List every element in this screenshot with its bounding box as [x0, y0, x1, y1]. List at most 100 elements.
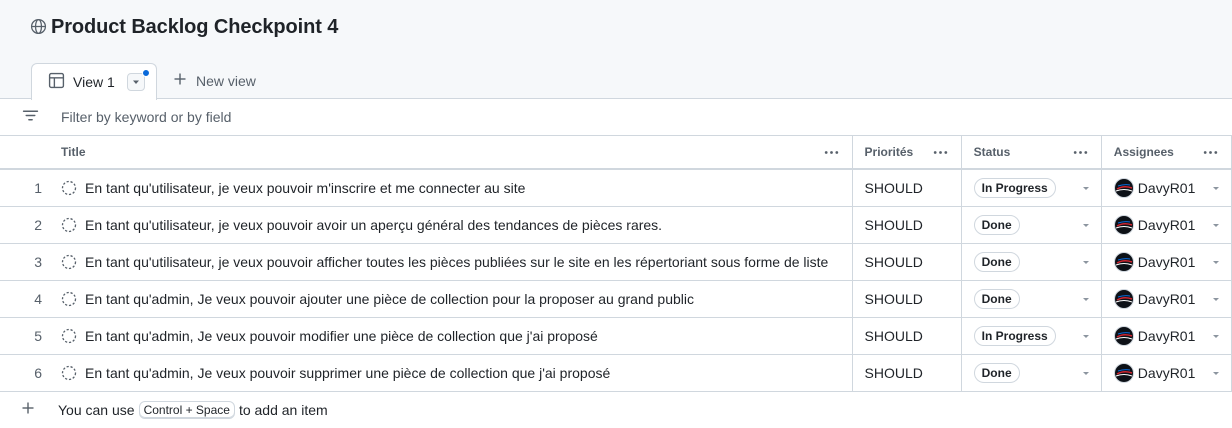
table-row[interactable]: 3 En tant qu'utilisateur, je veux pouvoi… [0, 243, 1232, 281]
triangle-down-icon[interactable] [1211, 294, 1221, 304]
title-cell[interactable]: En tant qu'utilisateur, je veux pouvoir … [50, 243, 853, 281]
assignee-name: DavyR01 [1137, 216, 1196, 233]
priority-value: SHOULD [864, 179, 923, 196]
keyboard-shortcut: Control + Space [138, 400, 235, 419]
priority-value: SHOULD [864, 216, 923, 233]
status-badge: Done [973, 214, 1020, 235]
status-cell[interactable]: Done [961, 280, 1102, 318]
assignee-cell[interactable]: DavyR01 [1101, 206, 1232, 244]
priority-cell[interactable]: SHOULD [852, 280, 962, 318]
row-number: 5 [0, 317, 51, 355]
triangle-down-icon[interactable] [1081, 294, 1091, 304]
row-number: 3 [0, 243, 51, 281]
row-number: 1 [0, 169, 51, 207]
assignee-cell[interactable]: DavyR01 [1101, 354, 1232, 392]
status-cell[interactable]: Done [961, 206, 1102, 244]
draft-issue-icon [61, 180, 77, 195]
triangle-down-icon[interactable] [1211, 368, 1221, 378]
draft-issue-icon [61, 217, 77, 232]
status-cell[interactable]: In Progress [961, 317, 1102, 355]
avatar [1113, 325, 1134, 346]
priority-value: SHOULD [864, 253, 923, 270]
kebab-horizontal-icon[interactable] [823, 144, 840, 161]
triangle-down-icon[interactable] [1081, 257, 1091, 267]
filter-input[interactable]: Filter by keyword or by field [61, 109, 231, 125]
status-badge: Done [973, 288, 1020, 309]
kebab-horizontal-icon[interactable] [1202, 144, 1219, 161]
assignee-cell[interactable]: DavyR01 [1101, 243, 1232, 281]
priority-cell[interactable]: SHOULD [852, 243, 962, 281]
avatar [1113, 177, 1134, 198]
project-header: Product Backlog Checkpoint 4 View 1 New … [0, 0, 1232, 100]
triangle-down-icon[interactable] [1081, 183, 1091, 193]
title-cell[interactable]: En tant qu'admin, Je veux pouvoir suppri… [50, 354, 853, 392]
column-header-title[interactable]: Title [50, 136, 853, 170]
view-tabs: View 1 New view [31, 62, 256, 100]
title-cell[interactable]: En tant qu'admin, Je veux pouvoir ajoute… [50, 280, 853, 318]
title-cell[interactable]: En tant qu'admin, Je veux pouvoir modifi… [50, 317, 853, 355]
table-row[interactable]: 6 En tant qu'admin, Je veux pouvoir supp… [0, 354, 1232, 392]
kebab-horizontal-icon[interactable] [1072, 144, 1089, 161]
table-row[interactable]: 2 En tant qu'utilisateur, je veux pouvoi… [0, 206, 1232, 244]
column-header-priorities[interactable]: Priorités [852, 136, 962, 170]
status-cell[interactable]: Done [961, 243, 1102, 281]
triangle-down-icon[interactable] [1211, 257, 1221, 267]
priority-value: SHOULD [864, 290, 923, 307]
status-badge: Done [973, 251, 1020, 272]
status-badge: In Progress [973, 177, 1056, 198]
column-header-assignees[interactable]: Assignees [1101, 136, 1232, 170]
item-title[interactable]: En tant qu'utilisateur, je veux pouvoir … [85, 254, 828, 270]
column-label: Assignees [1113, 145, 1174, 159]
unsaved-changes-dot [141, 69, 150, 77]
priority-cell[interactable]: SHOULD [852, 317, 962, 355]
assignee-cell[interactable]: DavyR01 [1101, 169, 1232, 207]
priority-value: SHOULD [864, 364, 923, 381]
filter-bar[interactable]: Filter by keyword or by field [0, 99, 1232, 136]
table-icon [48, 72, 65, 92]
triangle-down-icon[interactable] [1211, 220, 1221, 230]
title-cell[interactable]: En tant qu'utilisateur, je veux pouvoir … [50, 206, 853, 244]
triangle-down-icon [132, 80, 139, 84]
triangle-down-icon[interactable] [1081, 368, 1091, 378]
view-options-button[interactable] [126, 69, 150, 91]
column-label: Priorités [864, 145, 914, 159]
item-title[interactable]: En tant qu'utilisateur, je veux pouvoir … [85, 180, 525, 196]
tab-view-1[interactable]: View 1 [31, 63, 157, 100]
priority-cell[interactable]: SHOULD [852, 206, 962, 244]
item-title[interactable]: En tant qu'admin, Je veux pouvoir suppri… [85, 365, 610, 381]
row-number: 4 [0, 280, 51, 318]
page-title: Product Backlog Checkpoint 4 [51, 16, 339, 38]
title-cell[interactable]: En tant qu'utilisateur, je veux pouvoir … [50, 169, 853, 207]
plus-icon [173, 72, 187, 89]
draft-issue-icon [61, 365, 77, 380]
item-title[interactable]: En tant qu'admin, Je veux pouvoir modifi… [85, 328, 598, 344]
triangle-down-icon[interactable] [1081, 331, 1091, 341]
kebab-horizontal-icon[interactable] [932, 144, 949, 161]
title-row: Product Backlog Checkpoint 4 [30, 16, 338, 39]
filter-icon [22, 107, 39, 127]
status-cell[interactable]: In Progress [961, 169, 1102, 207]
triangle-down-icon[interactable] [1211, 331, 1221, 341]
item-title[interactable]: En tant qu'utilisateur, je veux pouvoir … [85, 217, 662, 233]
new-view-button[interactable]: New view [171, 62, 256, 99]
assignee-cell[interactable]: DavyR01 [1101, 280, 1232, 318]
status-badge: In Progress [973, 325, 1056, 346]
globe-icon [30, 18, 47, 38]
column-header-status[interactable]: Status [961, 136, 1102, 170]
add-item-hint: You can use Control + Space to add an it… [58, 400, 328, 419]
priority-cell[interactable]: SHOULD [852, 169, 962, 207]
table-row[interactable]: 5 En tant qu'admin, Je veux pouvoir modi… [0, 317, 1232, 355]
item-title[interactable]: En tant qu'admin, Je veux pouvoir ajoute… [85, 291, 694, 307]
triangle-down-icon[interactable] [1211, 183, 1221, 193]
table-row[interactable]: 1 En tant qu'utilisateur, je veux pouvoi… [0, 169, 1232, 207]
row-number: 2 [0, 206, 51, 244]
priority-cell[interactable]: SHOULD [852, 354, 962, 392]
triangle-down-icon[interactable] [1081, 220, 1091, 230]
table-row[interactable]: 4 En tant qu'admin, Je veux pouvoir ajou… [0, 280, 1232, 318]
add-item-suffix: to add an item [238, 401, 328, 418]
add-item-row[interactable]: You can use Control + Space to add an it… [0, 392, 1232, 428]
plus-icon[interactable] [21, 401, 35, 418]
status-cell[interactable]: Done [961, 354, 1102, 392]
avatar [1113, 251, 1134, 272]
assignee-cell[interactable]: DavyR01 [1101, 317, 1232, 355]
